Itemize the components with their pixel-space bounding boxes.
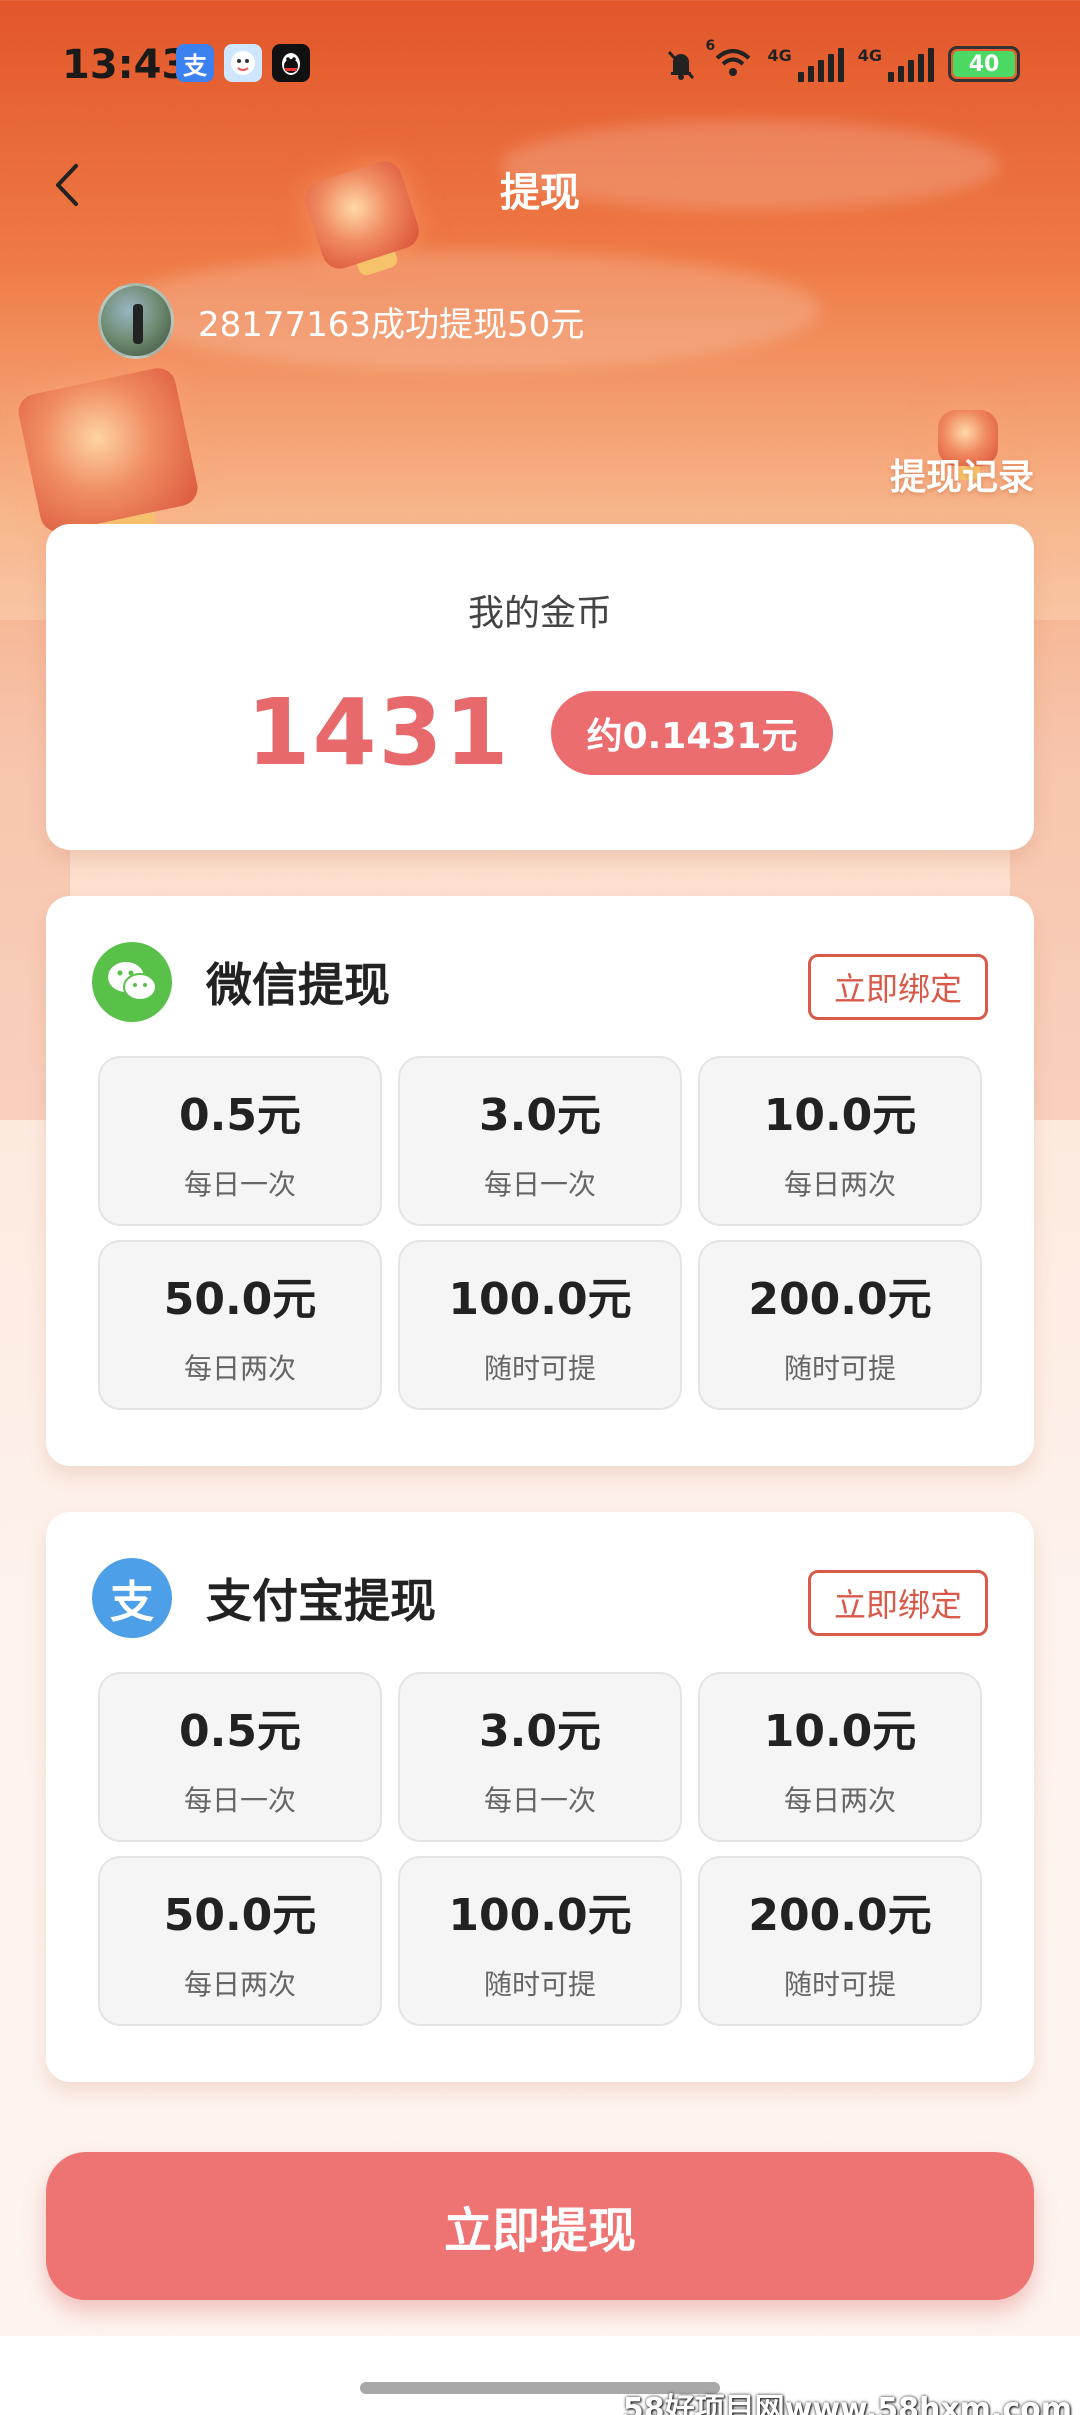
wechat-amount-grid: 0.5元 每日一次 3.0元 每日一次 10.0元 每日两次 50.0元 每日两次 10…: [98, 1056, 982, 1410]
wechat-amount-option[interactable]: 50.0元每日两次: [98, 1240, 382, 1410]
alipay-amount-grid: 0.5元 每日一次 3.0元 每日一次 10.0元 每日两次 50.0元 每日两次 10…: [98, 1672, 982, 2026]
alipay-amount-option[interactable]: 200.0元随时可提: [698, 1856, 982, 2026]
lantern-decoration: [15, 364, 201, 536]
alipay-amount-option[interactable]: 0.5元每日一次: [98, 1672, 382, 1842]
option-note: 随时可提: [483, 1352, 596, 1385]
battery-icon: 40: [948, 46, 1020, 82]
option-amount: 3.0元: [479, 1090, 601, 1141]
option-note: 每日两次: [783, 1784, 896, 1817]
coin-value: 1431: [246, 679, 511, 786]
page-title: 提现: [500, 170, 580, 216]
option-amount: 100.0元: [448, 1890, 632, 1941]
wechat-amount-option[interactable]: 3.0元每日一次: [398, 1056, 682, 1226]
cell-signal-1-icon: 4G: [767, 46, 844, 82]
coin-row: 1431 约0.1431元: [46, 679, 1034, 786]
bell-mute-icon: [668, 50, 695, 80]
status-indicators: 6 4G 4G 40: [663, 38, 1020, 84]
alipay-header: 支 支付宝提现: [92, 1558, 436, 1638]
option-amount: 3.0元: [479, 1706, 601, 1757]
avatar: [98, 283, 174, 359]
withdraw-records-link[interactable]: 提现记录: [890, 448, 1034, 500]
option-amount: 200.0元: [748, 1890, 932, 1941]
alipay-withdraw-card: 支 支付宝提现 立即绑定 0.5元每日一次 3.0元每日一次 10.0元每日两次…: [46, 1512, 1034, 2082]
alipay-app-icon: 支: [176, 44, 214, 82]
wechat-title: 微信提现: [206, 958, 390, 1012]
coin-label: 我的金币: [467, 593, 612, 634]
alipay-icon: 支: [92, 1558, 172, 1638]
wechat-header: 微信提现: [92, 942, 390, 1022]
network-type-1: 4G: [767, 46, 792, 65]
wechat-withdraw-card: 微信提现 立即绑定 0.5元每日一次 3.0元每日一次 10.0元每日两次 50…: [46, 896, 1034, 1466]
option-note: 每日一次: [483, 1784, 596, 1817]
option-amount: 50.0元: [163, 1890, 317, 1941]
alipay-bind-button[interactable]: 立即绑定: [808, 1570, 988, 1636]
alipay-glyph: 支: [110, 1577, 154, 1628]
coin-balance-card: 我的金币 1431 约0.1431元: [46, 524, 1034, 850]
wechat-amount-option[interactable]: 200.0元随时可提: [698, 1240, 982, 1410]
option-note: 每日一次: [183, 1168, 296, 1201]
option-amount: 0.5元: [179, 1706, 301, 1757]
alipay-amount-option[interactable]: 10.0元每日两次: [698, 1672, 982, 1842]
wifi-icon: 6: [705, 38, 753, 84]
alipay-title: 支付宝提现: [206, 1574, 436, 1628]
option-amount: 50.0元: [163, 1274, 317, 1325]
option-amount: 100.0元: [448, 1274, 632, 1325]
qq-browser-app-icon: [224, 44, 262, 82]
option-note: 随时可提: [783, 1968, 896, 2001]
withdraw-now-button[interactable]: 立即提现: [46, 2152, 1034, 2300]
status-bar: 13:43 支 6 4G 4G 40: [0, 0, 1080, 135]
ticker-text: 28177163成功提现50元: [198, 304, 585, 345]
option-amount: 10.0元: [763, 1090, 917, 1141]
watermark: 58好项目网www.58hxm.com: [622, 2392, 1072, 2415]
option-note: 每日一次: [183, 1784, 296, 1817]
battery-level: 40: [953, 51, 1015, 77]
coin-approx-badge: 约0.1431元: [550, 690, 834, 775]
option-note: 随时可提: [783, 1352, 896, 1385]
option-amount: 10.0元: [763, 1706, 917, 1757]
option-note: 每日两次: [183, 1968, 296, 2001]
option-amount: 0.5元: [179, 1090, 301, 1141]
status-time: 13:43: [62, 42, 190, 88]
wechat-icon: [92, 942, 172, 1022]
wechat-amount-option[interactable]: 100.0元随时可提: [398, 1240, 682, 1410]
cell-signal-2-icon: 4G: [858, 46, 934, 82]
option-note: 随时可提: [483, 1968, 596, 2001]
network-type-2: 4G: [857, 46, 882, 65]
alipay-amount-option[interactable]: 100.0元随时可提: [398, 1856, 682, 2026]
wechat-amount-option[interactable]: 0.5元每日一次: [98, 1056, 382, 1226]
option-amount: 200.0元: [748, 1274, 932, 1325]
wechat-amount-option[interactable]: 10.0元每日两次: [698, 1056, 982, 1226]
withdraw-ticker: 28177163成功提现50元: [98, 283, 584, 359]
wifi-badge: 6: [705, 38, 716, 54]
option-note: 每日一次: [483, 1168, 596, 1201]
option-note: 每日两次: [783, 1168, 896, 1201]
alipay-amount-option[interactable]: 50.0元每日两次: [98, 1856, 382, 2026]
option-note: 每日两次: [183, 1352, 296, 1385]
wechat-bind-button[interactable]: 立即绑定: [808, 954, 988, 1020]
alipay-amount-option[interactable]: 3.0元每日一次: [398, 1672, 682, 1842]
qq-app-icon: [272, 44, 310, 82]
